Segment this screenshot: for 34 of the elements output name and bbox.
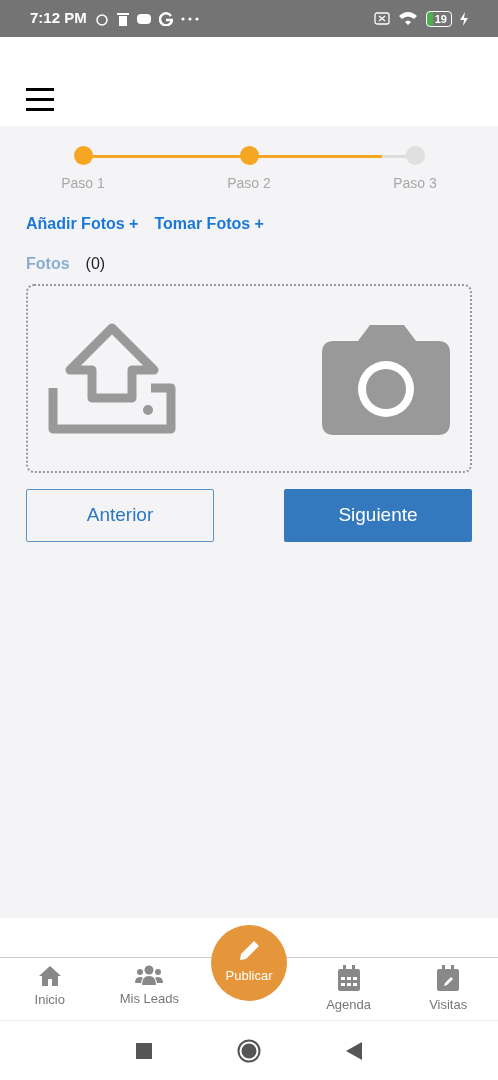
nav-item[interactable]: Mis Leads — [99, 958, 200, 1020]
home-icon — [37, 965, 62, 986]
back-button[interactable] — [346, 1041, 362, 1060]
pencil-icon — [238, 940, 260, 963]
previous-button[interactable]: Anterior — [26, 489, 214, 542]
step-label: Paso 1 — [61, 174, 105, 193]
nav-item[interactable]: Visitas — [398, 958, 498, 1020]
upload-icon — [48, 322, 176, 435]
photo-count: (0) — [85, 254, 106, 274]
camera-icon[interactable] — [322, 322, 450, 435]
home-button[interactable] — [237, 1038, 261, 1063]
publish-button[interactable]: Publicar — [211, 925, 287, 1001]
users-icon — [135, 965, 164, 985]
trash-icon — [116, 11, 129, 26]
status-time: 7:12 PM — [30, 8, 87, 29]
photos-label: Fotos — [26, 254, 70, 274]
add-photos-link[interactable]: Añadir Fotos + — [26, 212, 139, 236]
next-button[interactable]: Siguiente — [284, 489, 472, 542]
add-photos-link[interactable]: Tomar Fotos + — [154, 212, 264, 236]
calendar-icon — [337, 965, 360, 991]
step-label: Paso 3 — [393, 174, 437, 193]
photo-drop-zone[interactable] — [26, 284, 472, 473]
step-label: Paso 2 — [227, 174, 271, 193]
wifi-icon — [397, 11, 418, 26]
google-icon — [158, 11, 173, 26]
more-icon — [180, 16, 199, 21]
charging-icon — [460, 11, 468, 26]
battery-indicator: 19 — [425, 10, 452, 27]
recent-apps-button[interactable] — [136, 1042, 152, 1059]
sim-icon — [373, 12, 390, 25]
calendar-edit-icon — [437, 965, 460, 991]
nav-item[interactable]: Agenda — [298, 958, 399, 1020]
nav-item[interactable]: Inicio — [0, 958, 100, 1020]
menu-icon[interactable] — [26, 87, 54, 112]
